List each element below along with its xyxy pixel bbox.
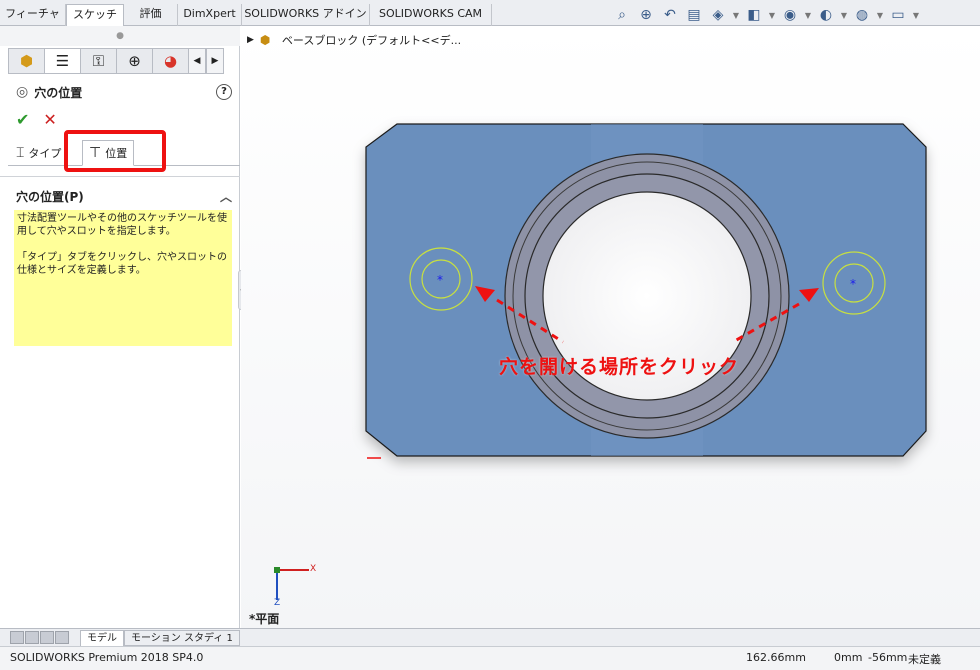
info-text-2: 「タイプ」タブをクリックし、穴やスロットの仕様とサイズを定義します。	[17, 252, 227, 276]
feature-manager-tab-icon[interactable]: ⬢	[8, 48, 44, 74]
dynamic-annotation-icon[interactable]: ◈	[708, 6, 728, 24]
command-manager: フィーチャー スケッチ 評価 DimXpert SOLIDWORKS アドイン …	[0, 0, 980, 40]
hole-wizard-icon: ◎	[16, 84, 29, 100]
zoom-to-fit-icon[interactable]: ⌕	[612, 6, 632, 24]
tab-sketch[interactable]: スケッチ	[66, 4, 124, 27]
view-plane-label: *平面	[249, 612, 280, 626]
tab-addins[interactable]: SOLIDWORKS アドイン	[242, 4, 370, 26]
panel-grip[interactable]: ●	[0, 26, 240, 46]
last-tab-icon[interactable]	[55, 631, 69, 644]
page-title: 穴の位置	[34, 85, 83, 100]
scroll-left-icon[interactable]: ◀	[188, 48, 206, 74]
bottom-tab-bar: モデル モーション スタディ 1	[0, 628, 980, 646]
ok-button[interactable]: ✔	[16, 110, 29, 129]
axis-z-label: Z	[274, 598, 281, 608]
zoom-area-icon[interactable]: ⊕	[636, 6, 656, 24]
chevron-up-icon[interactable]: ︿	[220, 188, 232, 205]
model-view[interactable]: * *	[241, 26, 980, 628]
tab-dimxpert[interactable]: DimXpert	[178, 4, 242, 26]
previous-view-icon[interactable]: ↶	[660, 6, 680, 24]
chevron-down-icon[interactable]: ▼	[876, 6, 884, 24]
tab-type-label: タイプ	[28, 147, 62, 160]
section-view-icon[interactable]: ▤	[684, 6, 704, 24]
section-title-label: 穴の位置(P)	[16, 190, 84, 204]
tab-model[interactable]: モデル	[80, 630, 124, 646]
sketch-state: 未定義	[908, 653, 941, 666]
coord-y: 0mm	[834, 651, 863, 664]
chevron-down-icon[interactable]: ▼	[912, 6, 920, 24]
info-message: 寸法配置ツールやその他のスケッチツールを使用して穴やスロットを指定します。 「タ…	[14, 210, 232, 346]
view-orientation-icon[interactable]: ◧	[744, 6, 764, 24]
sketch-point-right[interactable]: *	[850, 277, 856, 291]
tab-evaluate[interactable]: 評価	[124, 4, 178, 26]
appearance-icon[interactable]: ◍	[852, 6, 872, 24]
graphics-area[interactable]: ▶ ⬢ ベースブロック (デフォルト<<デ... * * 穴を開ける場所をクリッ…	[241, 26, 980, 628]
display-style-icon[interactable]: ◉	[780, 6, 800, 24]
status-bar: SOLIDWORKS Premium 2018 SP4.0 162.66mm 0…	[0, 646, 980, 670]
tab-cam[interactable]: SOLIDWORKS CAM	[370, 4, 492, 26]
manager-tabs: ⬢ ☰ ⚿ ⊕ ◕ ◀ ▶	[8, 48, 224, 74]
chevron-down-icon[interactable]: ▼	[732, 6, 740, 24]
highlight-box	[64, 130, 166, 172]
property-manager-panel: ● ⬢ ☰ ⚿ ⊕ ◕ ◀ ▶ ◎ 穴の位置 ? ✔ ✕ ⌶ タイプ ⊤ 位置 …	[0, 26, 240, 628]
property-manager-header: ◎ 穴の位置 ?	[16, 82, 232, 102]
configuration-manager-tab-icon[interactable]: ⚿	[80, 48, 116, 74]
ok-cancel-group: ✔ ✕	[16, 110, 57, 129]
axis-x-label: X	[310, 564, 317, 574]
scroll-right-icon[interactable]: ▶	[206, 48, 224, 74]
prev-tab-icon[interactable]	[25, 631, 39, 644]
hide-show-icon[interactable]: ◐	[816, 6, 836, 24]
sketch-point-left[interactable]: *	[437, 273, 443, 287]
first-tab-icon[interactable]	[10, 631, 24, 644]
chevron-down-icon[interactable]: ▼	[840, 6, 848, 24]
tab-features[interactable]: フィーチャー	[0, 4, 66, 40]
help-icon[interactable]: ?	[216, 84, 232, 100]
tab-nav-buttons	[10, 631, 69, 644]
tab-motion-study[interactable]: モーション スタディ 1	[124, 630, 240, 646]
tab-type[interactable]: ⌶ タイプ	[10, 140, 67, 166]
axis-triad	[274, 567, 309, 600]
chevron-down-icon[interactable]: ▼	[768, 6, 776, 24]
section-hole-position[interactable]: 穴の位置(P) ︿	[16, 188, 232, 206]
heads-up-toolbar: ⌕ ⊕ ↶ ▤ ◈ ▼ ◧ ▼ ◉ ▼ ◐ ▼ ◍ ▼ ▭ ▼	[612, 5, 920, 25]
divider	[0, 176, 240, 177]
property-manager-tab-icon[interactable]: ☰	[44, 48, 80, 74]
dimxpert-manager-tab-icon[interactable]: ⊕	[116, 48, 152, 74]
monitor-icon[interactable]: ▭	[888, 6, 908, 24]
next-tab-icon[interactable]	[40, 631, 54, 644]
type-icon: ⌶	[16, 145, 25, 161]
display-manager-tab-icon[interactable]: ◕	[152, 48, 188, 74]
chevron-down-icon[interactable]: ▼	[804, 6, 812, 24]
product-version: SOLIDWORKS Premium 2018 SP4.0	[10, 651, 204, 664]
annotation-text: 穴を開ける場所をクリック	[499, 356, 740, 378]
cancel-button[interactable]: ✕	[43, 110, 56, 129]
info-text-1: 寸法配置ツールやその他のスケッチツールを使用して穴やスロットを指定します。	[17, 213, 227, 237]
coord-z: -56mm	[868, 651, 908, 664]
coord-x: 162.66mm	[746, 651, 806, 664]
